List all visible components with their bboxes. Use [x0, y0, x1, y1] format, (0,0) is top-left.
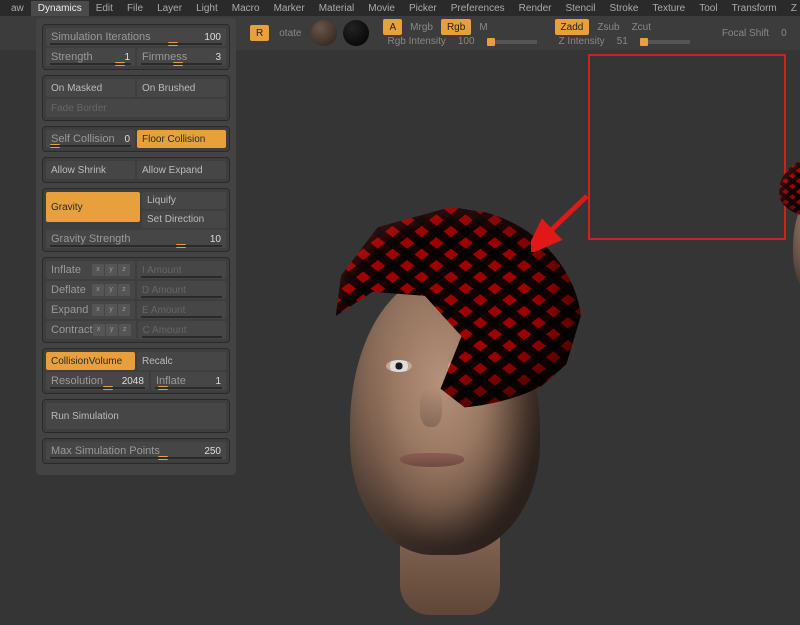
menu-item[interactable]: Render [512, 1, 559, 16]
menu-item[interactable]: File [120, 1, 150, 16]
firmness-slider[interactable]: Firmness3 [137, 48, 226, 66]
focal-shift-value: 0 [777, 28, 791, 39]
menu-item[interactable]: Z [784, 1, 800, 16]
allow-shrink-button[interactable]: Allow Shrink [46, 161, 135, 179]
run-simulation-button[interactable]: Run Simulation [46, 403, 226, 429]
self-collision-slider[interactable]: Self Collision0 [46, 130, 135, 148]
deflate-button[interactable]: Deflatexyz [46, 281, 135, 299]
head-model [290, 225, 600, 625]
m-label[interactable]: M [475, 22, 491, 33]
on-brushed-button[interactable]: On Brushed [137, 79, 226, 97]
menu-item[interactable]: Edit [89, 1, 120, 16]
menu-item[interactable]: Transform [725, 1, 784, 16]
material-sphere[interactable] [311, 20, 337, 46]
recalc-button[interactable]: Recalc [137, 352, 226, 370]
menu-item[interactable]: Picker [402, 1, 444, 16]
dynamics-panel: Simulation Iterations100 Strength1 Firmn… [36, 18, 236, 475]
rgb-button[interactable]: Rgb [441, 19, 471, 35]
e-amount-slider[interactable]: E Amount [137, 301, 226, 319]
material-sphere-dark[interactable] [343, 20, 369, 46]
gravity-strength-slider[interactable]: Gravity Strength10 [46, 230, 226, 248]
inset-preview [588, 54, 786, 240]
rgb-intensity-value: 100 [454, 36, 479, 47]
menu-item[interactable]: Material [312, 1, 362, 16]
allow-expand-button[interactable]: Allow Expand [137, 161, 226, 179]
resolution-slider[interactable]: Resolution2048 [46, 372, 149, 390]
rgb-intensity-label: Rgb Intensity [383, 36, 449, 47]
zadd-button[interactable]: Zadd [555, 19, 590, 35]
menu-item[interactable]: aw [4, 1, 31, 16]
z-intensity-label: Z Intensity [555, 36, 609, 47]
mrgb-label[interactable]: Mrgb [406, 22, 437, 33]
strength-slider[interactable]: Strength1 [46, 48, 135, 66]
liquify-button[interactable]: Liquify [142, 192, 226, 209]
floor-collision-button[interactable]: Floor Collision [137, 130, 226, 148]
fade-border-button[interactable]: Fade Border [46, 99, 226, 117]
set-direction-button[interactable]: Set Direction [142, 211, 226, 228]
z-intensity-slider[interactable] [640, 40, 690, 44]
menu-item[interactable]: Layer [150, 1, 189, 16]
i-amount-slider[interactable]: I Amount [137, 261, 226, 279]
menu-item[interactable]: Stencil [558, 1, 602, 16]
z-intensity-value: 51 [613, 36, 632, 47]
menu-item-dynamics[interactable]: Dynamics [31, 1, 89, 16]
menu-bar: aw Dynamics Edit File Layer Light Macro … [0, 0, 800, 16]
gravity-button[interactable]: Gravity [46, 192, 140, 222]
sim-iterations-slider[interactable]: Simulation Iterations100 [46, 28, 226, 46]
zcut-label[interactable]: Zcut [628, 22, 655, 33]
menu-item[interactable]: Marker [267, 1, 312, 16]
menu-item[interactable]: Preferences [444, 1, 512, 16]
a-button[interactable]: A [383, 19, 402, 35]
contract-button[interactable]: Contractxyz [46, 321, 136, 339]
menu-item[interactable]: Tool [692, 1, 724, 16]
max-sim-points-slider[interactable]: Max Simulation Points250 [46, 442, 226, 460]
on-masked-button[interactable]: On Masked [46, 79, 135, 97]
inflate-button[interactable]: Inflatexyz [46, 261, 135, 279]
c-amount-slider[interactable]: C Amount [138, 321, 226, 339]
collision-volume-button[interactable]: CollisionVolume [46, 352, 135, 370]
rgb-intensity-slider[interactable] [487, 40, 537, 44]
menu-item[interactable]: Movie [361, 1, 402, 16]
menu-item[interactable]: Stroke [603, 1, 646, 16]
menu-item[interactable]: Texture [645, 1, 692, 16]
menu-item[interactable]: Light [189, 1, 225, 16]
rotate-label: otate [275, 28, 305, 39]
focal-shift-label: Focal Shift [718, 28, 773, 39]
menu-item[interactable]: Macro [225, 1, 267, 16]
d-amount-slider[interactable]: D Amount [137, 281, 226, 299]
r-button[interactable]: R [250, 25, 269, 41]
zsub-label[interactable]: Zsub [593, 22, 623, 33]
inflate-value-slider[interactable]: Inflate1 [151, 372, 226, 390]
expand-button[interactable]: Expandxyz [46, 301, 135, 319]
